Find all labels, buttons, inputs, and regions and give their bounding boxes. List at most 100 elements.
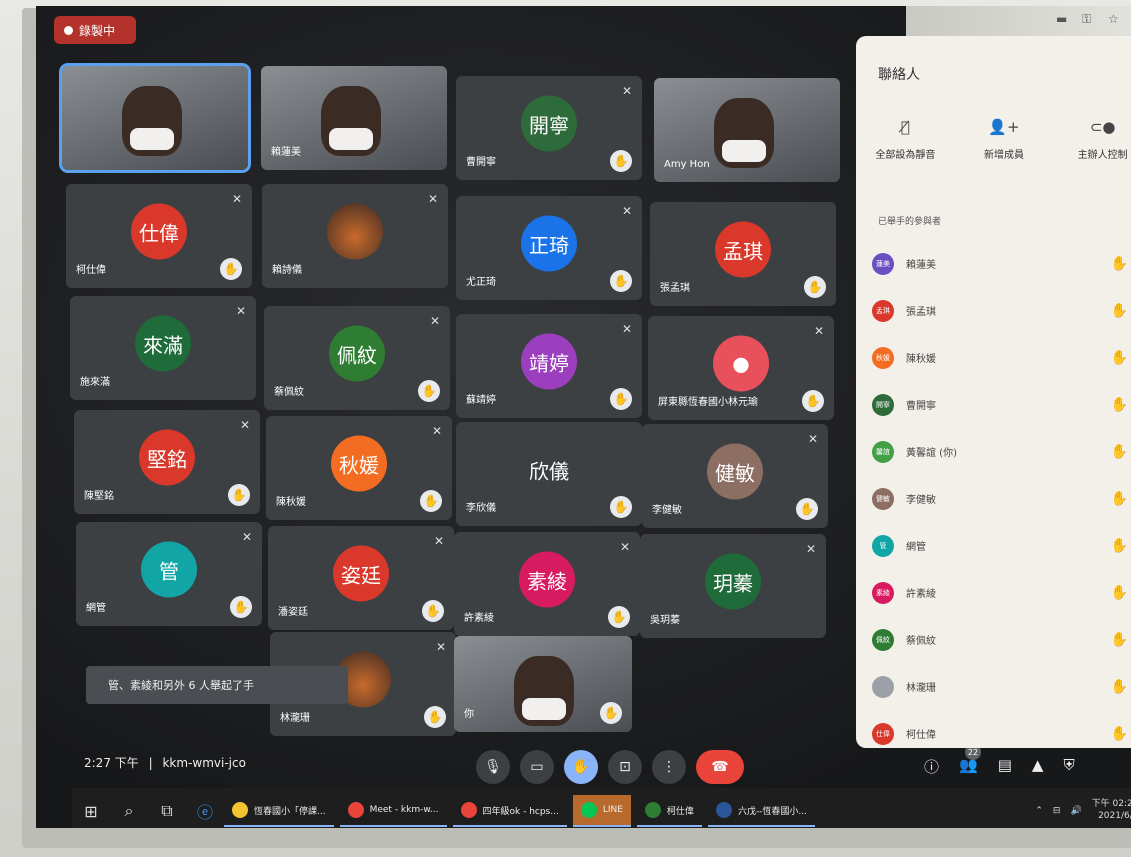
raised-hands-section: 已舉手的參與者	[878, 217, 942, 227]
participant-tile[interactable]: 你 ✋	[454, 636, 632, 732]
participant-tile[interactable]: 姿廷 潘姿廷 ✕ ✋	[268, 526, 454, 630]
participant-avatar: 欣儀	[521, 441, 577, 498]
star-icon[interactable]: ☆	[1108, 12, 1119, 26]
host-controls-label: 主辦人控制	[1077, 150, 1128, 161]
tray-chevron-icon[interactable]: ⌃	[1035, 806, 1043, 816]
participant-name: 林瀧珊	[280, 713, 310, 724]
participant-name: 陳秋媛	[906, 354, 936, 365]
participant-row[interactable]: 仕偉 柯仕偉 ✋	[872, 710, 1131, 748]
participant-row[interactable]: 馨誼 黃馨誼 (你) ✋	[872, 428, 1131, 475]
participant-tile[interactable]: 管網管 ✕ ✋	[76, 522, 262, 626]
participant-tile[interactable]: 賴蓮美	[261, 66, 447, 170]
present-button[interactable]: ⊡	[608, 750, 642, 784]
participant-row[interactable]: 管 網管 ✋	[872, 522, 1131, 569]
participant-tile[interactable]: 開寧 曹開寧 ✕ ✋	[456, 76, 642, 180]
camera-button[interactable]: ▭	[520, 750, 554, 784]
host-controls-toggle[interactable]: ⊂● 主辦人控制	[1053, 118, 1131, 161]
taskbar-clock[interactable]: 下午 02:27 2021/6/8	[1092, 799, 1131, 822]
raised-hand-icon[interactable]: ✋	[1111, 585, 1128, 601]
add-people-button[interactable]: 👤+ 新增成員	[955, 118, 1054, 161]
taskbar-app[interactable]: LINE	[572, 795, 631, 827]
participant-name: 林瀧珊	[906, 683, 936, 694]
participant-tile[interactable]: 來滿 施來滿 ✕	[70, 296, 256, 400]
participant-avatar: 馨誼	[872, 440, 894, 463]
participant-tile[interactable]: 欣儀 李欣儀 ✋	[456, 422, 642, 526]
participant-tile[interactable]: 素綾 許素綾 ✕ ✋	[454, 532, 640, 636]
add-people-label: 新增成員	[984, 150, 1024, 161]
participant-avatar: 蓮美	[872, 252, 894, 275]
participant-tile[interactable]: 秋媛 陳秋媛 ✕ ✋	[266, 416, 452, 520]
host-controls-button[interactable]: ⛨	[1063, 756, 1074, 777]
search-icon[interactable]: ⌕	[110, 801, 148, 821]
raise-hand-button[interactable]: ✋	[564, 750, 598, 784]
raised-hand-icon[interactable]: ✋	[1111, 256, 1128, 272]
participant-tile[interactable]: 玥蓁 吳玥蓁 ✕	[640, 534, 826, 638]
raised-hand-icon[interactable]: ✋	[1111, 726, 1128, 742]
taskbar-app[interactable]: 四年級ok - hcps...	[452, 795, 567, 827]
taskbar-app[interactable]: Meet - kkm-w...	[339, 795, 447, 827]
raised-hand-icon[interactable]: ✋	[1111, 350, 1128, 366]
raised-hand-icon[interactable]: ✋	[1111, 444, 1128, 460]
system-tray: ⌃ ⊟ 🔊 下午 02:27 2021/6/8 ▭	[1035, 799, 1131, 822]
leave-call-button[interactable]: ☎	[696, 750, 744, 784]
meet-screen: ▬ ⚿ ☆ 錄製中 賴蓮美 開寧 曹開寧 ✕ ✋ Amy Hon 仕偉 柯仕偉 ✕ ✋ 賴詩儀 ✕ 正琦…	[36, 6, 1131, 828]
raised-hand-icon[interactable]: ✋	[1111, 303, 1128, 319]
raised-hand-icon[interactable]: ✋	[1111, 538, 1128, 554]
participant-row[interactable]: 開寧 曹開寧 ✋	[872, 381, 1131, 428]
mic-off-icon: ✕	[621, 322, 632, 336]
participant-row[interactable]: 健敏 李健敏 ✋	[872, 475, 1131, 522]
edge-icon[interactable]: ⓔ	[186, 799, 224, 823]
participant-tile[interactable]: 健敏 李健敏 ✕ ✋	[642, 424, 828, 528]
app-icon	[715, 802, 732, 818]
windows-start-icon[interactable]: ⊞	[72, 802, 110, 821]
task-view-icon[interactable]: ⧉	[148, 801, 186, 821]
mic-button[interactable]: 🎙	[476, 750, 510, 784]
participant-tile[interactable]: Amy Hon	[654, 78, 840, 182]
participant-tile[interactable]	[59, 63, 251, 173]
raised-hand-icon[interactable]: ✋	[1111, 632, 1128, 648]
network-icon[interactable]: ⊟	[1053, 806, 1061, 816]
info-button[interactable]: ⓘ	[924, 756, 939, 777]
activities-button[interactable]: ▲	[1032, 756, 1044, 777]
raised-hand-icon[interactable]: ✋	[1111, 679, 1128, 695]
taskbar-app[interactable]: 柯仕偉	[636, 795, 702, 827]
mic-off-icon: ✕	[621, 204, 632, 218]
participant-avatar: ●	[713, 335, 769, 392]
participant-avatar: 健敏	[707, 443, 763, 500]
raised-hand-icon[interactable]: ✋	[1111, 397, 1128, 413]
participant-row[interactable]: 素綾 許素綾 ✋	[872, 569, 1131, 616]
key-icon[interactable]: ⚿	[1082, 12, 1091, 27]
chat-button[interactable]: ▤	[998, 756, 1012, 777]
participant-tile[interactable]: ● 屏東縣恆春國小林元瑜 ✕ ✋	[648, 316, 834, 420]
raised-hand-icon[interactable]: ✋	[1111, 491, 1128, 507]
participant-tile[interactable]: 正琦 尤正琦 ✕ ✋	[456, 196, 642, 300]
participant-tile[interactable]: 佩紋 蔡佩紋 ✕ ✋	[264, 306, 450, 410]
more-options-button[interactable]: ⋮	[652, 750, 686, 784]
ext-icon[interactable]: ▬	[1056, 12, 1067, 26]
app-icon	[347, 802, 364, 818]
participant-row[interactable]: 佩紋 蔡佩紋 ✋	[872, 616, 1131, 663]
participant-tile[interactable]: 孟琪 張孟琪 ✋	[650, 202, 836, 306]
participant-avatar	[872, 675, 894, 698]
taskbar-app[interactable]: 恆春國小「停課...	[224, 795, 334, 827]
participant-name: 黃馨誼 (你)	[906, 448, 957, 459]
mute-all-button[interactable]: 🎙̸ 全部設為靜音	[856, 118, 955, 161]
participant-row[interactable]: 蓮美 賴蓮美 ✋	[872, 240, 1131, 287]
participant-tile[interactable]: 堅銘 陳堅銘 ✕ ✋	[74, 410, 260, 514]
participant-tile[interactable]: 靖婷 蘇靖婷 ✕ ✋	[456, 314, 642, 418]
participant-tile[interactable]: 賴詩儀 ✕	[262, 184, 448, 288]
participant-name: 賴蓮美	[271, 147, 301, 158]
people-button[interactable]: 22 👥	[959, 744, 982, 777]
participant-row[interactable]: 孟琪 張孟琪 ✋	[872, 287, 1131, 334]
mic-off-icon: 🎙̸	[900, 118, 910, 136]
taskbar-app[interactable]: 六戊--恆春國小...	[707, 795, 816, 827]
participant-tile[interactable]: 仕偉 柯仕偉 ✕ ✋	[66, 184, 252, 288]
participant-row[interactable]: 林瀧珊 ✋	[872, 663, 1131, 710]
participant-name: 吳玥蓁	[650, 615, 680, 626]
person-icon: ●	[732, 351, 750, 376]
hand-icon: ✋	[572, 759, 590, 775]
volume-icon[interactable]: 🔊	[1070, 806, 1081, 816]
participant-avatar: 開寧	[521, 95, 577, 152]
raised-hand-icon: ✋	[420, 490, 442, 512]
participant-row[interactable]: 秋媛 陳秋媛 ✋	[872, 334, 1131, 381]
